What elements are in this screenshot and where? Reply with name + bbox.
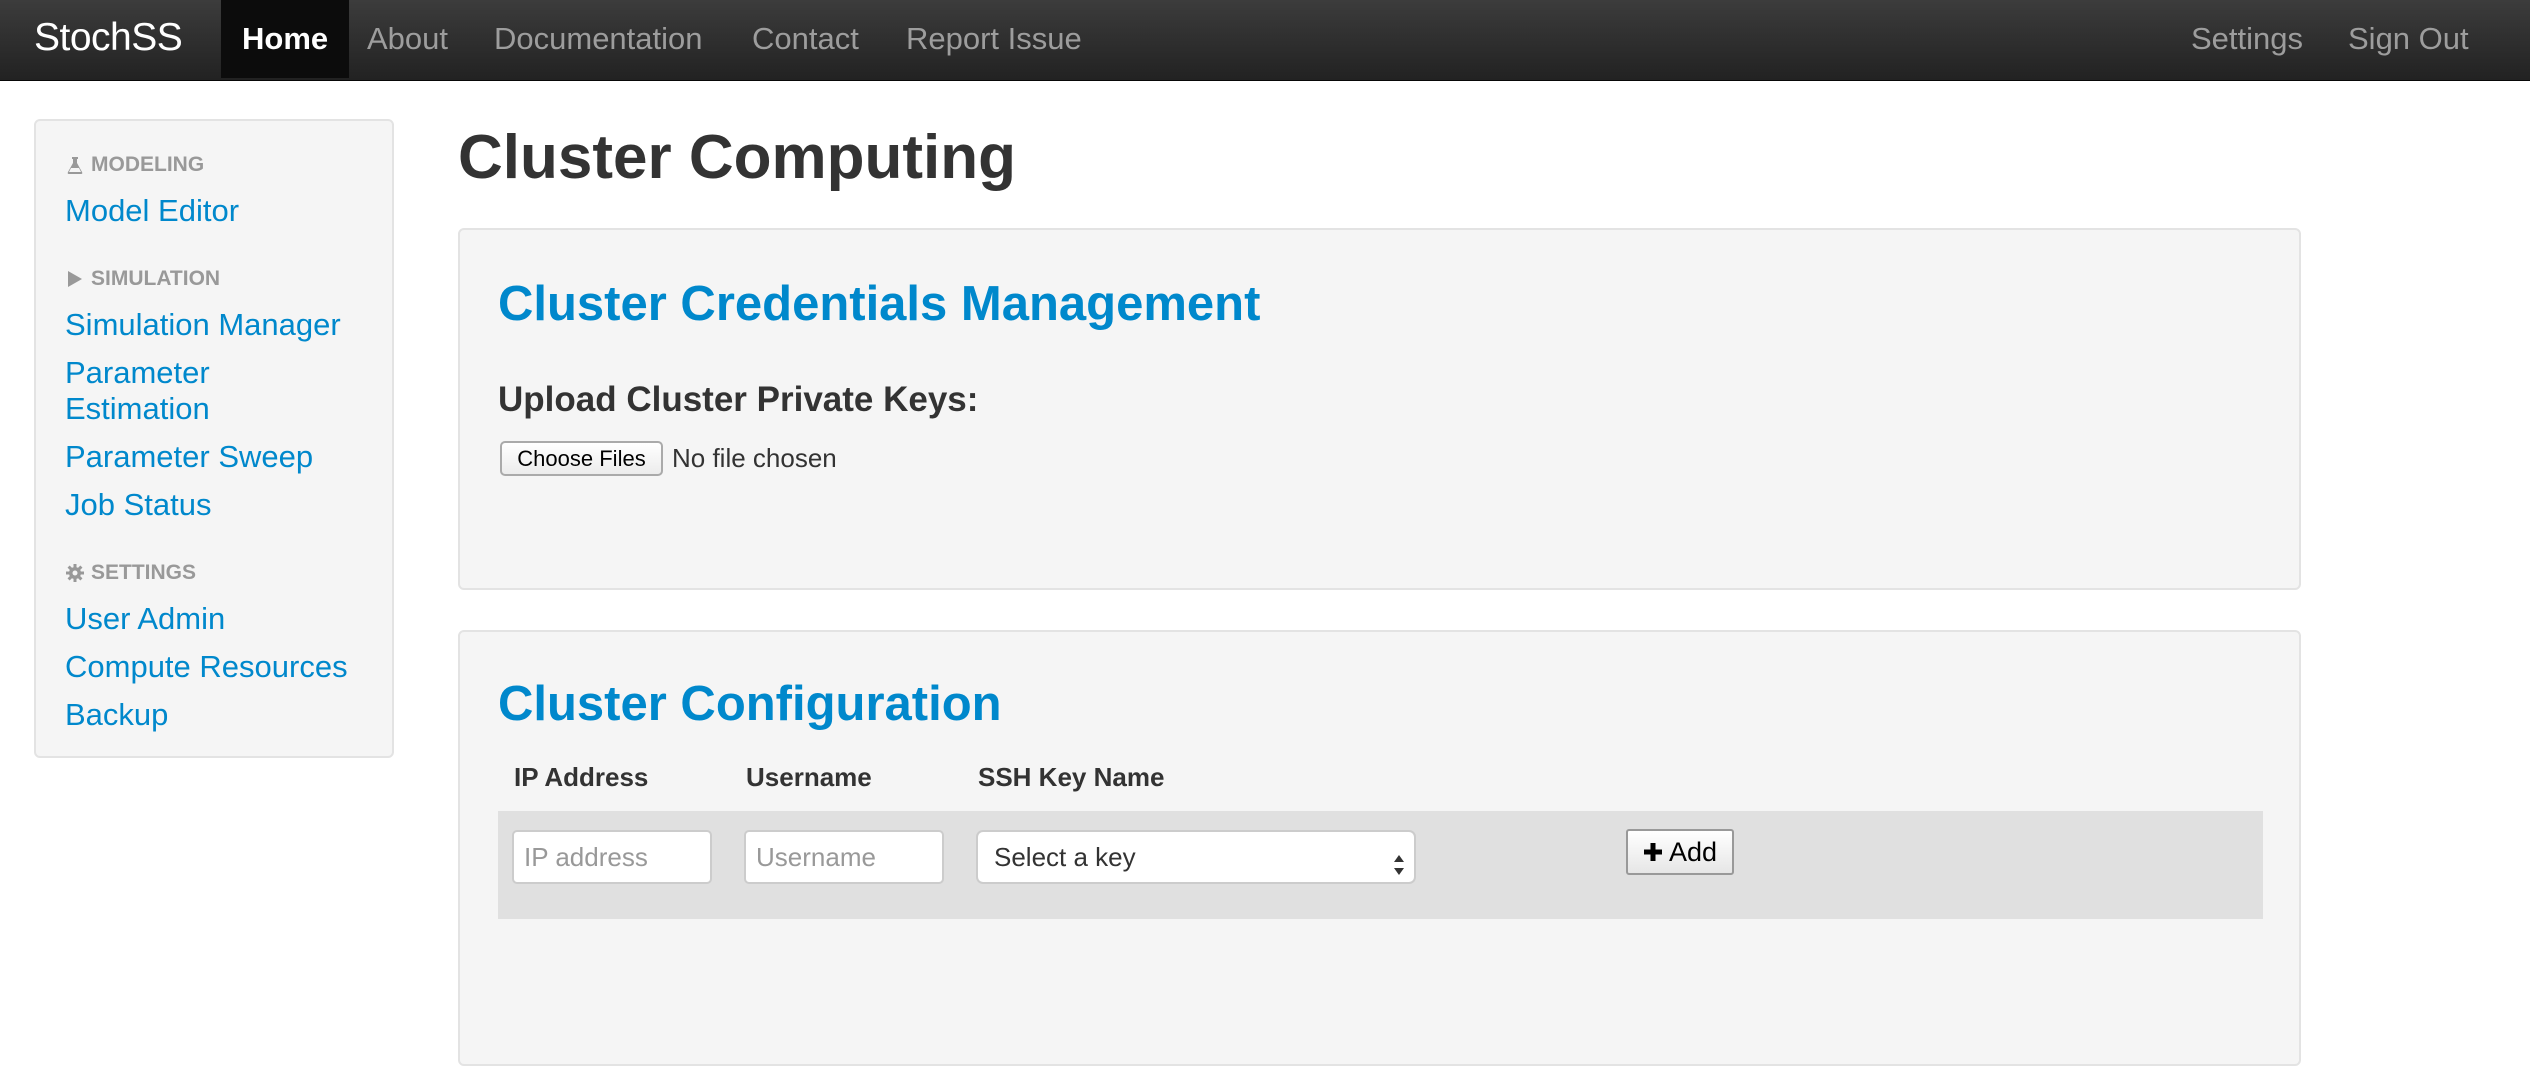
sidebar-item-model-editor[interactable]: Model Editor <box>65 193 239 229</box>
add-button[interactable]: Add <box>1626 829 1734 875</box>
play-icon <box>65 269 85 289</box>
cluster-config-row: Select a key Add <box>498 811 2263 919</box>
file-status-text: No file chosen <box>672 443 837 473</box>
ip-address-input[interactable] <box>512 830 712 884</box>
sidebar-header-modeling: MODELING <box>65 153 204 177</box>
choose-files-button[interactable]: Choose Files <box>500 441 663 476</box>
sidebar-item-compute-resources[interactable]: Compute Resources <box>65 649 348 685</box>
configuration-title: Cluster Configuration <box>498 677 1002 731</box>
brand-logo[interactable]: StochSS <box>34 0 183 78</box>
sidebar-nav: MODELING Model Editor SIMULATION Simulat… <box>34 119 394 758</box>
configuration-panel: Cluster Configuration IP Address Usernam… <box>458 630 2301 1066</box>
upload-label: Upload Cluster Private Keys: <box>498 380 979 419</box>
ssh-key-select-value: Select a key <box>994 842 1136 872</box>
nav-sign-out[interactable]: Sign Out <box>2348 0 2469 78</box>
sidebar-header-simulation: SIMULATION <box>65 267 220 291</box>
sidebar-item-parameter-sweep[interactable]: Parameter Sweep <box>65 439 313 475</box>
gear-icon <box>65 563 85 583</box>
sidebar-item-simulation-manager[interactable]: Simulation Manager <box>65 307 341 343</box>
select-arrows-icon <box>1392 844 1406 875</box>
nav-settings[interactable]: Settings <box>2191 0 2303 78</box>
sidebar-item-backup[interactable]: Backup <box>65 697 168 733</box>
nav-contact[interactable]: Contact <box>752 0 859 78</box>
nav-report-issue[interactable]: Report Issue <box>906 0 1082 78</box>
column-header-ip-address: IP Address <box>514 762 649 792</box>
plus-icon <box>1643 843 1662 861</box>
username-input[interactable] <box>744 830 944 884</box>
nav-about[interactable]: About <box>367 0 448 78</box>
sidebar-item-job-status[interactable]: Job Status <box>65 487 211 523</box>
sidebar-item-user-admin[interactable]: User Admin <box>65 601 225 637</box>
add-button-label: Add <box>1668 837 1718 867</box>
column-header-username: Username <box>746 762 872 792</box>
column-header-ssh-key-name: SSH Key Name <box>978 762 1165 792</box>
sidebar-header-settings: SETTINGS <box>65 561 196 585</box>
nav-documentation[interactable]: Documentation <box>494 0 703 78</box>
flask-icon <box>65 155 85 175</box>
sidebar-item-parameter-estimation[interactable]: Parameter Estimation <box>65 355 210 427</box>
ssh-key-select[interactable]: Select a key <box>976 830 1416 884</box>
credentials-panel: Cluster Credentials Management Upload Cl… <box>458 228 2301 590</box>
credentials-title: Cluster Credentials Management <box>498 277 1261 331</box>
nav-home[interactable]: Home <box>221 0 350 78</box>
top-navbar: StochSS Home About Documentation Contact… <box>0 0 2530 81</box>
page-title: Cluster Computing <box>458 123 1016 192</box>
